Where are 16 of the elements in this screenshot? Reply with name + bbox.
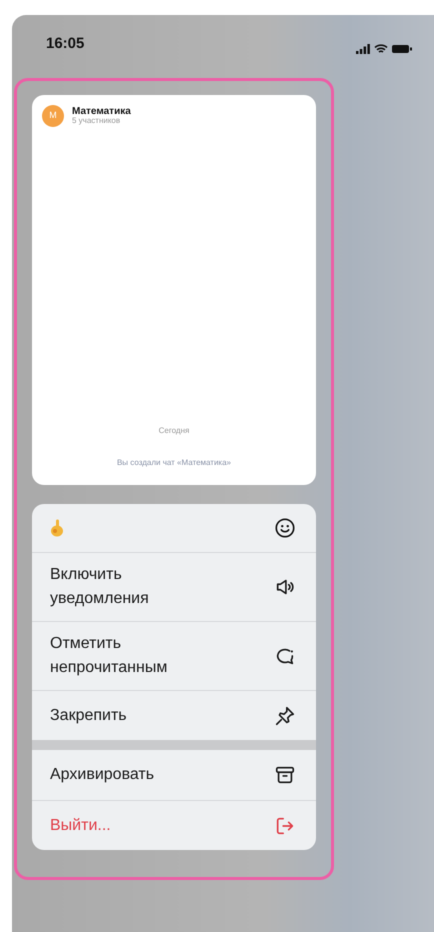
- menu-item[interactable]: Включить уведомления: [32, 552, 316, 621]
- chat-subtitle: 5 участников: [72, 117, 122, 126]
- menu-item[interactable]: Выйти...: [32, 800, 316, 850]
- signal-icon: [356, 44, 370, 54]
- battery-icon: [392, 44, 412, 54]
- menu-item[interactable]: Отметить непрочитанным: [32, 621, 316, 690]
- avatar: М: [42, 105, 64, 127]
- archive-box-icon: [274, 764, 296, 786]
- pin-icon: [274, 704, 296, 726]
- chat-title: Математика: [72, 106, 131, 118]
- menu-item[interactable]: Архивировать: [32, 750, 316, 800]
- date-label: Сегодня: [158, 426, 190, 435]
- status-time: 16:05: [46, 34, 84, 54]
- wifi-icon: [374, 44, 388, 54]
- smiley-icon[interactable]: [274, 517, 296, 539]
- system-message: Вы создали чат «Математика»: [116, 458, 232, 467]
